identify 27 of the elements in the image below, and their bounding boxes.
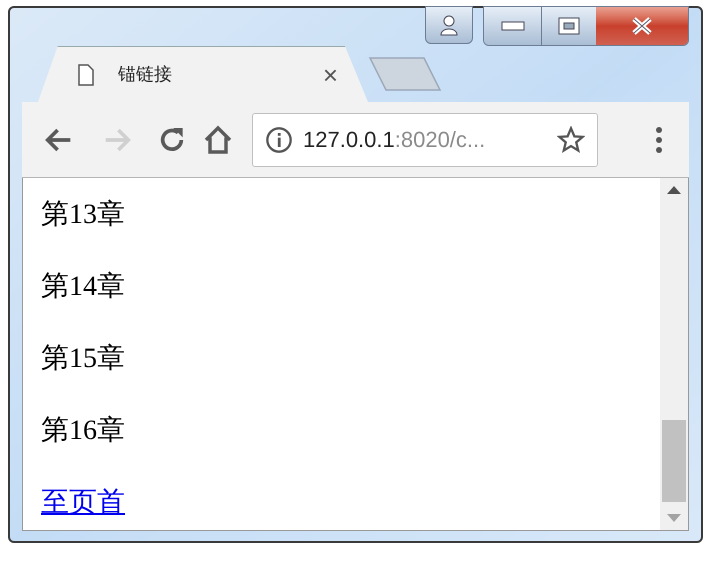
chapter-heading: 第13章	[41, 199, 125, 230]
profile-button[interactable]	[425, 6, 473, 44]
url-host: 127.0.0.1	[303, 126, 395, 154]
chapter-heading: 第14章	[41, 271, 125, 302]
address-bar[interactable]: 127.0.0.1:8020/c...	[252, 112, 598, 166]
person-icon	[439, 14, 459, 36]
top-link[interactable]: 至页首	[41, 487, 125, 518]
scrollbar-thumb[interactable]	[662, 420, 686, 502]
info-icon	[265, 126, 293, 154]
url-path: :8020/c...	[394, 126, 486, 154]
scrollbar[interactable]	[660, 178, 688, 530]
star-icon[interactable]	[557, 126, 585, 154]
close-icon	[631, 17, 653, 35]
close-button[interactable]	[596, 7, 688, 45]
minimize-icon	[500, 21, 524, 31]
chapter-heading: 第15章	[41, 343, 125, 374]
scroll-up-icon[interactable]	[667, 186, 681, 194]
minimize-button[interactable]	[484, 7, 542, 45]
browser-tab[interactable]: 锚链接 ×	[38, 46, 368, 102]
home-icon[interactable]	[202, 124, 234, 156]
chapter-heading: 第16章	[41, 415, 125, 446]
page-icon	[78, 64, 94, 86]
tab-title: 锚链接	[118, 63, 173, 86]
maximize-icon	[558, 17, 580, 35]
menu-icon[interactable]	[655, 126, 663, 154]
tab-close-button[interactable]: ×	[322, 62, 338, 88]
maximize-button[interactable]	[542, 7, 596, 45]
